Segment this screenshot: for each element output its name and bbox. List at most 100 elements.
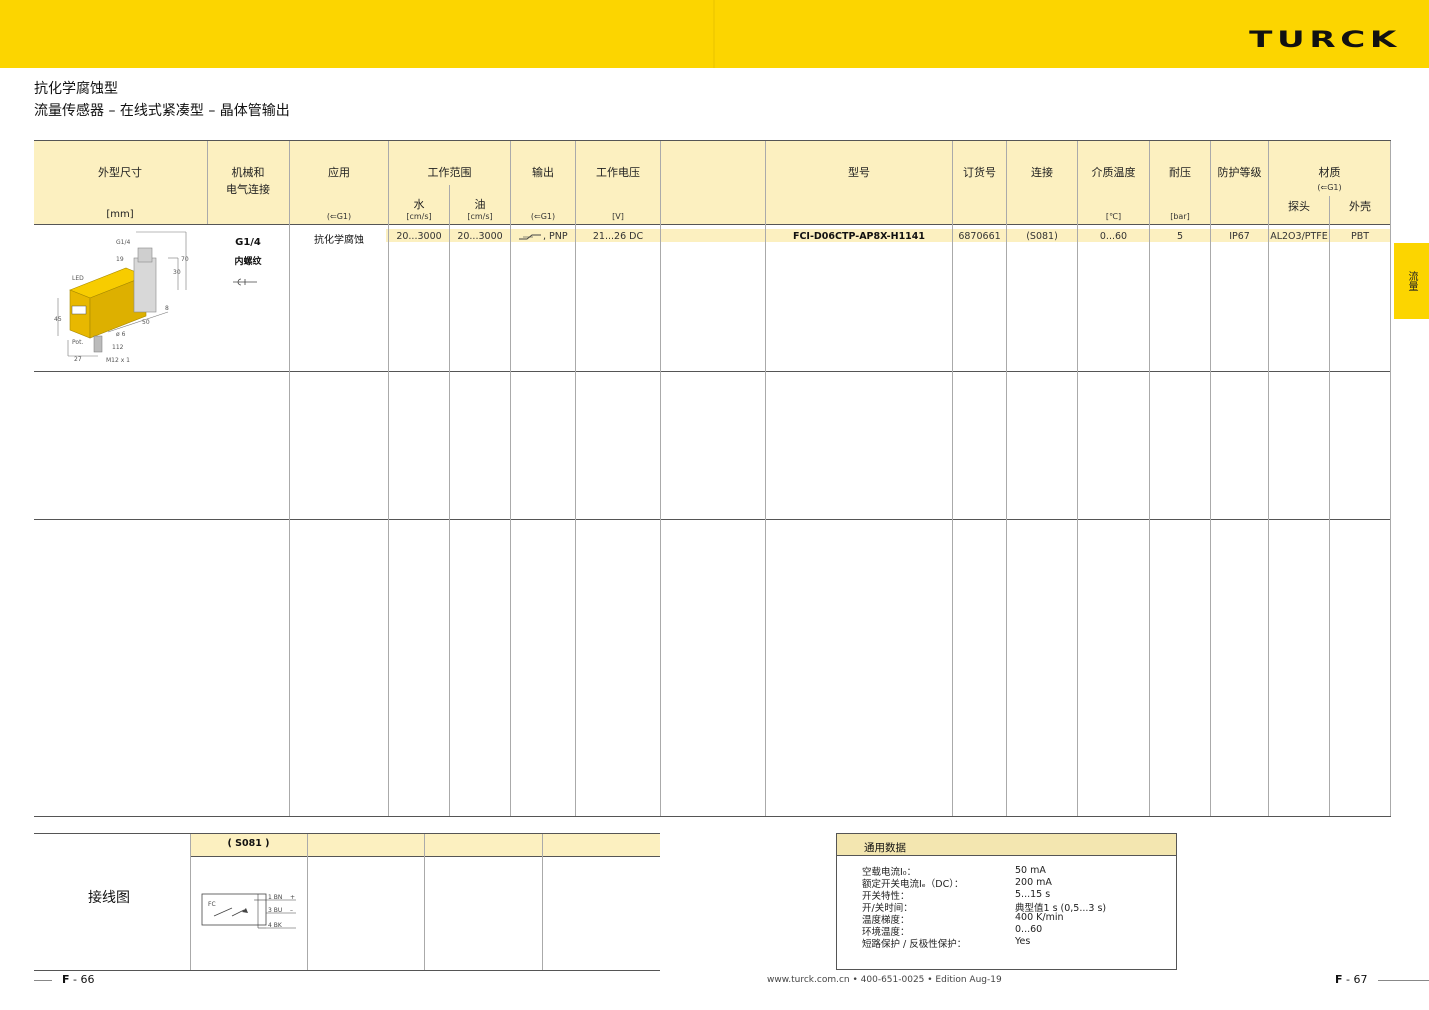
page-num-right: - 67	[1346, 973, 1368, 986]
footer-rule-left	[34, 980, 52, 981]
cell-pressure: 5	[1176, 231, 1184, 242]
cell-application: 抗化学腐蚀	[314, 235, 364, 246]
general-value: 5...15 s	[1015, 889, 1051, 900]
header-application: 应用	[328, 166, 350, 179]
col-divider	[1210, 141, 1211, 816]
header-medium-temp-unit: [℃]	[1105, 212, 1122, 221]
dim-30: 30	[173, 269, 181, 276]
header-pressure-unit: [bar]	[1170, 212, 1190, 221]
cell-conn: (S081)	[1026, 231, 1058, 242]
header-medium-temp: 介质温度	[1091, 166, 1136, 179]
dim-led: LED	[72, 275, 84, 282]
cell-voltage: 21...26 DC	[592, 231, 644, 242]
table-bottom-rule	[34, 816, 1391, 817]
dim-g14: G1/4	[116, 239, 130, 246]
dim-8: 8	[165, 305, 169, 312]
header-material-ref: (⇐G1)	[1317, 183, 1342, 192]
header-dimensions: 外型尺寸	[98, 166, 142, 179]
col-divider	[575, 141, 576, 816]
header-range-oil: 油	[474, 198, 486, 211]
footer-contact[interactable]: www.turck.com.cn • 400-651-0025 • Editio…	[767, 975, 1002, 985]
cell-protection: IP67	[1229, 231, 1250, 242]
general-data-title: 通用数据	[864, 842, 906, 854]
wiring-fc: FC	[208, 901, 216, 908]
col-divider	[660, 141, 661, 816]
wiring-bn: 1 BN	[268, 894, 282, 901]
cell-thread-desc: 内螺纹	[234, 257, 262, 267]
header-type: 型号	[848, 166, 870, 179]
page-prefix-left: F	[62, 973, 70, 986]
col-divider	[765, 141, 766, 816]
banner-divider	[713, 0, 715, 68]
col-divider	[1268, 141, 1269, 816]
col-divider	[1149, 141, 1150, 816]
switching-symbol-icon	[519, 234, 541, 240]
header-dimensions-unit: [mm]	[106, 209, 134, 220]
table-header-rule	[34, 224, 1391, 225]
dim-pot: Pot.	[72, 339, 83, 346]
header-pressure: 耐压	[1169, 166, 1191, 179]
header-material-probe: 探头	[1288, 200, 1310, 213]
section-tab-label: 流量	[1406, 271, 1417, 291]
header-range-water: 水	[413, 198, 425, 211]
header-voltage-unit: [V]	[612, 212, 624, 221]
header-conn: 连接	[1031, 166, 1053, 179]
header-material: 材质	[1318, 166, 1341, 179]
dim-m12: M12 x 1	[106, 357, 130, 364]
wiring-bottom-rule	[34, 970, 660, 971]
wiring-header-rule	[190, 856, 660, 857]
cell-type[interactable]: FCI-D06CTP-AP8X-H1141	[766, 231, 952, 242]
wiring-diagram: FC 1 BN 3 BU 4 BK + –	[201, 893, 296, 929]
header-range: 工作范围	[427, 166, 472, 179]
col-divider	[952, 141, 953, 816]
cell-water: 20...3000	[396, 231, 442, 242]
col-divider	[510, 141, 511, 816]
dim-19: 19	[116, 256, 124, 263]
dim-70: 70	[181, 256, 189, 263]
page-num-left: - 66	[73, 973, 95, 986]
page-number-left: F - 66	[62, 973, 94, 986]
header-output-ref: (⇐G1)	[530, 212, 556, 221]
cell-thread: G1/4	[235, 237, 261, 248]
general-data-box: 通用数据 空载电流I₀： 50 mA 额定开关电流Iₑ（DC）： 200 mA …	[836, 833, 1177, 970]
col-divider	[1077, 141, 1078, 816]
header-ident: 订货号	[963, 166, 996, 179]
header-voltage: 工作电压	[596, 166, 640, 179]
col-divider	[1390, 141, 1391, 816]
header-banner: TURCK	[0, 0, 1429, 68]
section-tab[interactable]: 流量	[1394, 243, 1429, 319]
wiring-divider	[424, 834, 425, 970]
col-divider	[1006, 141, 1007, 816]
cell-probe: AL2O3/PTFE	[1270, 231, 1328, 242]
cell-oil: 20...3000	[457, 231, 503, 242]
wiring-minus: –	[290, 907, 293, 914]
general-data-header: 通用数据	[837, 834, 1176, 856]
footer-rule-right	[1378, 980, 1429, 981]
page-prefix-right: F	[1335, 973, 1343, 986]
dim-50: 50	[142, 319, 150, 326]
header-protection: 防护等级	[1217, 166, 1262, 179]
wiring-bk: 4 BK	[268, 922, 283, 929]
header-application-ref: (⇐G1)	[326, 212, 352, 221]
cell-temp: 0...60	[1099, 231, 1128, 242]
table-row-rule	[34, 519, 1391, 520]
general-value: 200 mA	[1015, 877, 1052, 888]
page-subtitle: 流量传感器 – 在线式紧凑型 – 晶体管输出	[34, 103, 290, 119]
wiring-divider	[190, 834, 191, 970]
dim-6: ø 6	[116, 331, 126, 338]
col-divider	[388, 141, 389, 816]
col-divider	[1329, 196, 1330, 816]
header-connection: 机械和 电气连接	[226, 166, 270, 196]
wiring-divider	[307, 834, 308, 970]
thread-symbol-icon	[233, 278, 257, 286]
header-output: 输出	[532, 166, 554, 179]
wiring-plus: +	[290, 894, 295, 901]
cell-housing: PBT	[1350, 231, 1370, 242]
table-row-rule	[34, 371, 1391, 372]
wiring-bu: 3 BU	[268, 907, 282, 914]
wiring-label: 接线图	[88, 890, 130, 906]
wiring-divider	[542, 834, 543, 970]
page-number-right: F - 67	[1335, 973, 1367, 986]
general-value: 50 mA	[1015, 865, 1046, 876]
page-title: 抗化学腐蚀型	[34, 81, 118, 97]
